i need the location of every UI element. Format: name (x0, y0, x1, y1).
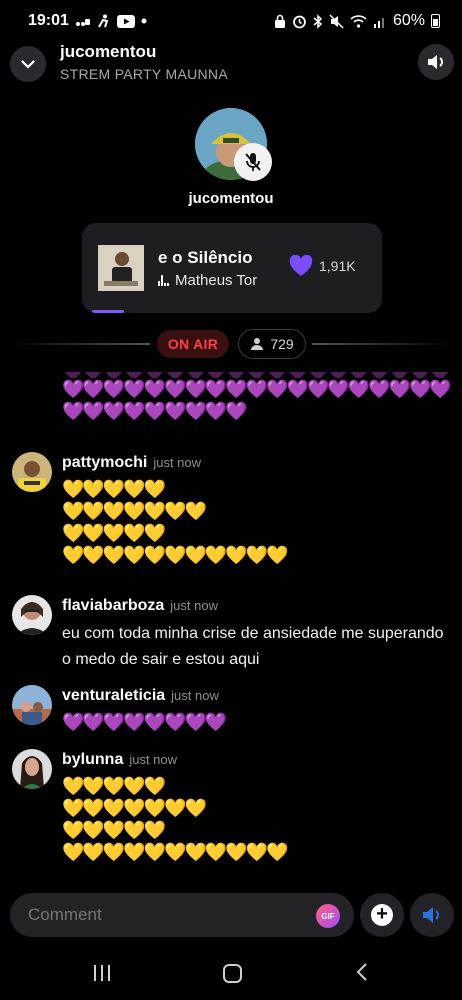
status-bar: 19:01 60% (0, 0, 462, 42)
divider-right (312, 343, 454, 345)
home-button[interactable] (223, 964, 242, 983)
chat-hearts-line: 💜💜💜💜💜💜💜💜💜 (62, 401, 248, 421)
comment-bar: GIF (10, 893, 354, 937)
username[interactable]: bylunna (62, 751, 123, 769)
comment-input[interactable] (28, 893, 288, 937)
heart-icon (289, 255, 313, 276)
like-counter[interactable]: 1,91K (289, 255, 356, 277)
mic-muted-badge (234, 143, 272, 181)
message-time: just now (129, 752, 178, 767)
like-count: 1,91K (319, 258, 356, 274)
lock-icon (274, 14, 285, 28)
username[interactable]: venturaleticia (62, 687, 165, 705)
viewer-count: 729 (270, 336, 294, 352)
signal-icon (373, 18, 384, 28)
song-title: e o Silêncio (158, 248, 253, 267)
mute-icon (329, 13, 344, 29)
user-avatar[interactable] (12, 685, 52, 725)
status-time: 19:01 (28, 12, 69, 29)
message-time: just now (171, 688, 219, 703)
message-line: 💛💛💛💛💛 (62, 820, 166, 840)
add-button[interactable]: + (360, 893, 404, 937)
username[interactable]: flaviabarboza (62, 597, 164, 615)
youtube-icon (116, 14, 135, 28)
accessibility-icon (98, 14, 109, 28)
message-line: 💛💛💛💛💛 (62, 523, 166, 543)
system-nav-bar (0, 950, 462, 1000)
message-time: just now (153, 455, 202, 470)
divider-left (10, 343, 150, 345)
speaker-mode-button[interactable] (410, 893, 454, 937)
message-line: 💛💛💛💛💛 (62, 479, 166, 499)
plus-icon: + (371, 904, 393, 926)
message-line: 💜💜💜💜💜💜💜💜 (62, 712, 227, 732)
minimize-button[interactable] (10, 46, 46, 82)
song-progress (92, 310, 124, 313)
cast-icon (75, 19, 90, 26)
message-text: eu com toda minha crise de ansiedade me … (62, 625, 444, 668)
equalizer-icon (158, 275, 169, 286)
room-title: STREM PARTY MAUNNA (60, 66, 228, 82)
back-button[interactable] (356, 962, 368, 988)
person-icon (251, 338, 264, 350)
chevron-down-icon (21, 59, 35, 69)
gif-button[interactable]: GIF (316, 904, 340, 928)
wifi-icon (350, 15, 367, 28)
now-playing-card[interactable]: e o Silêncio Matheus Tor 1,91K (82, 223, 382, 313)
room-header: jucomentou STREM PARTY MAUNNA (0, 42, 462, 86)
volume-button[interactable] (418, 44, 454, 80)
message-line: 💛💛💛💛💛💛💛 (62, 501, 207, 521)
song-artist: Matheus Tor (175, 272, 258, 289)
message-line: 💛💛💛💛💛 (62, 776, 166, 796)
message-line: 💛💛💛💛💛💛💛💛💛💛💛 (62, 545, 289, 565)
user-avatar[interactable] (12, 595, 52, 635)
chevron-left-icon (356, 963, 367, 981)
user-avatar[interactable] (12, 749, 52, 789)
battery-level: 60% (392, 12, 425, 29)
recent-apps-button[interactable] (94, 965, 110, 981)
bluetooth-icon (313, 13, 323, 29)
chat-hearts-line: 💜💜💜💜💜💜💜💜💜💜💜💜💜💜💜💜💜💜💜 (62, 372, 450, 378)
user-avatar[interactable] (12, 452, 52, 492)
message-line: 💛💛💛💛💛💛💛 (62, 798, 207, 818)
dot-icon (141, 18, 147, 24)
album-art (98, 245, 144, 291)
viewer-count-badge[interactable]: 729 (238, 329, 306, 359)
mic-off-icon (245, 153, 261, 171)
song-artist-row: Matheus Tor (158, 272, 278, 289)
on-air-badge: ON AIR (157, 330, 229, 358)
battery-icon (431, 14, 440, 28)
chat-feed[interactable]: 💜💜💜💜💜💜💜💜💜💜💜💜💜💜💜💜💜💜💜 💜💜💜💜💜💜💜💜💜💜💜💜💜💜💜💜💜💜💜 … (0, 372, 462, 887)
message-time: just now (170, 598, 218, 613)
username[interactable]: pattymochi (62, 454, 147, 472)
room-host-name: jucomentou (60, 42, 157, 61)
alarm-icon (293, 15, 306, 28)
volume-icon (428, 55, 443, 69)
speaker-name: jucomentou (188, 190, 274, 207)
speaker-icon (423, 907, 439, 923)
message-line: 💛💛💛💛💛💛💛💛💛💛💛 (62, 842, 289, 862)
chat-previous-message: 💜💜💜💜💜💜💜💜💜💜💜💜💜💜💜💜💜💜💜 💜💜💜💜💜💜💜💜💜💜💜💜💜💜💜💜💜💜💜 … (62, 372, 452, 422)
chat-hearts-line: 💜💜💜💜💜💜💜💜💜💜💜💜💜💜💜💜💜💜💜 (62, 379, 452, 399)
